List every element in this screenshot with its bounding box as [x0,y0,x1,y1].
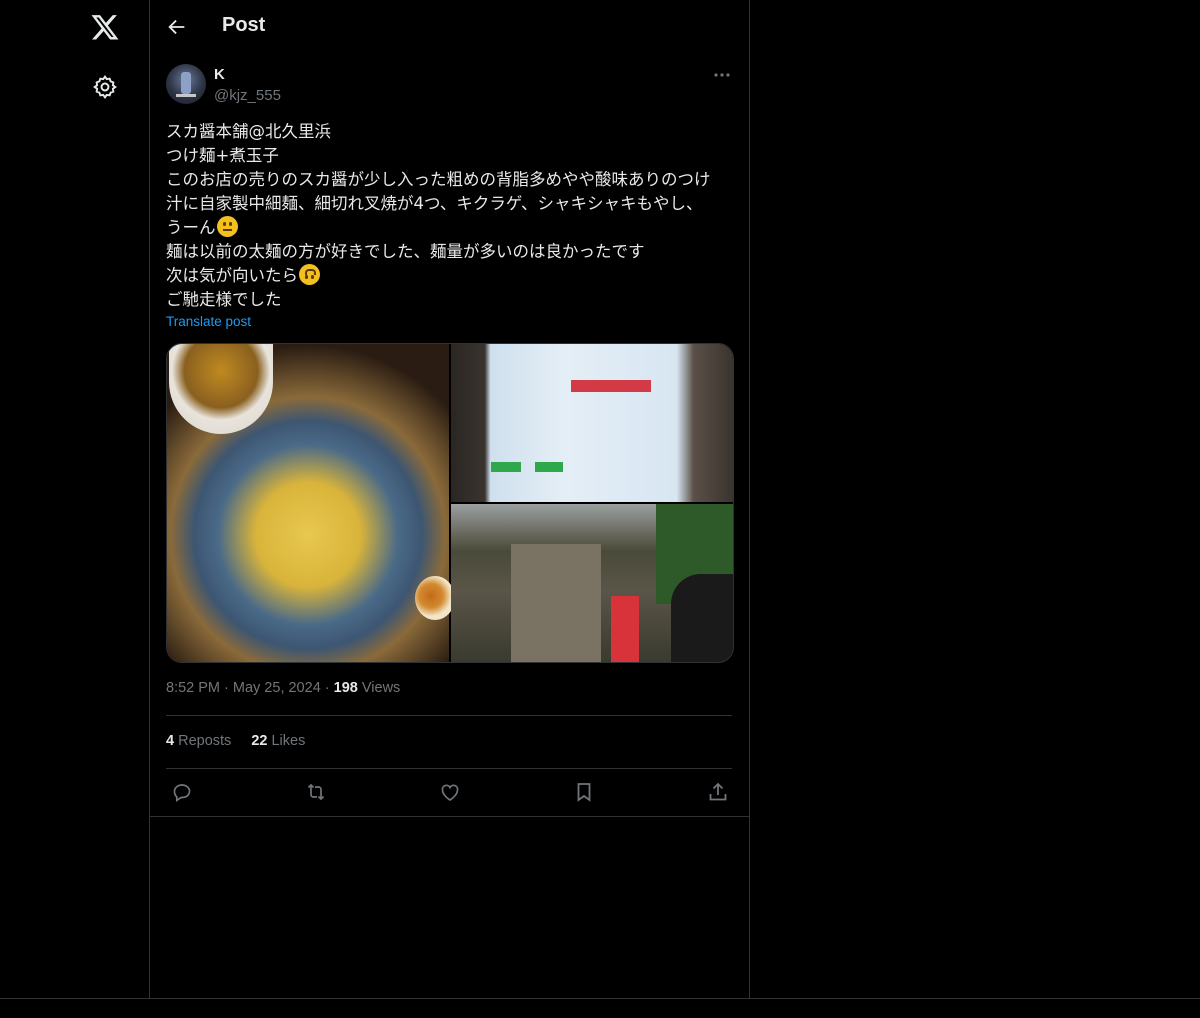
views-label: Views [361,680,401,696]
x-logo-icon[interactable] [90,12,120,42]
boiled-egg [415,576,455,620]
upside-down-face-emoji-icon [299,264,320,285]
translate-post-link[interactable]: Translate post [166,314,251,329]
shop-banner [611,596,639,662]
reposts-count: 4 [166,733,175,749]
views-count: 198 [333,680,358,696]
author-name[interactable]: K [214,66,225,83]
dipping-bowl [169,344,273,434]
post-text-line: 次は気が向いたら [166,266,298,285]
divider [166,715,732,716]
bookmark-icon[interactable] [572,780,596,804]
photo-tsukemen[interactable] [167,344,455,662]
photo-menu-board[interactable] [451,344,733,502]
page-title: Post [222,14,266,36]
post-meta: 8:52 PM · May 25, 2024 · 198 Views [166,680,401,696]
avatar[interactable] [166,64,206,104]
left-sidebar [0,0,149,1018]
parked-car [671,574,733,662]
post-column: Post K @kjz_555 スカ醤本舗@北久里浜 つけ麺+煮玉子 このお店の… [149,0,750,998]
settings-gear-icon[interactable] [92,74,118,100]
likes-label: Likes [271,733,306,749]
photo-shop-front[interactable] [451,504,733,662]
post-text-line: ご馳走様でした [166,290,282,309]
divider [150,816,749,817]
top-bar: Post [150,0,749,54]
more-options-icon[interactable] [710,66,734,84]
post-text-line: うーん [166,218,216,237]
post-time[interactable]: 8:52 PM [166,680,220,696]
reply-icon[interactable] [170,780,194,804]
post-text-line: 麺は以前の太麺の方が好きでした、麺量が多いのは良かったです [166,242,645,261]
footer-divider [0,998,1200,999]
share-icon[interactable] [706,780,730,804]
menu-board-green-tag [491,462,521,472]
post-stats: 4 Reposts 22 Likes [166,733,305,749]
post-text-line: このお店の売りのスカ醤が少し入った粗めの背脂多めやや酸味ありのつけ [166,170,711,189]
back-arrow-icon[interactable] [166,16,188,38]
post-text-line-with-emoji: うーん [166,216,734,240]
neutral-face-emoji-icon [216,216,238,237]
reposts-stat[interactable]: 4 Reposts [166,733,231,749]
likes-stat[interactable]: 22 Likes [251,733,305,749]
post-text-line: 汁に自家製中細麺、細切れ叉焼が4つ、キクラゲ、シャキシャキもやし、 [166,194,703,213]
media-grid [166,343,734,663]
divider [166,768,732,769]
post-text: スカ醤本舗@北久里浜 つけ麺+煮玉子 このお店の売りのスカ醤が少し入った粗めの背… [166,120,734,312]
shop-door [511,544,601,662]
menu-board-red-strip [571,380,651,392]
likes-count: 22 [251,733,268,749]
reposts-label: Reposts [178,733,232,749]
post-text-line: スカ醤本舗@北久里浜 [166,122,331,141]
action-bar [150,780,749,808]
menu-board-green-tag [535,462,563,472]
post-date[interactable]: May 25, 2024 [233,680,321,696]
repost-icon[interactable] [304,780,328,804]
like-icon[interactable] [438,780,462,804]
post-text-line: つけ麺+煮玉子 [166,146,279,165]
author-handle[interactable]: @kjz_555 [214,87,281,104]
post-text-line-with-emoji: 次は気が向いたら [166,264,734,288]
